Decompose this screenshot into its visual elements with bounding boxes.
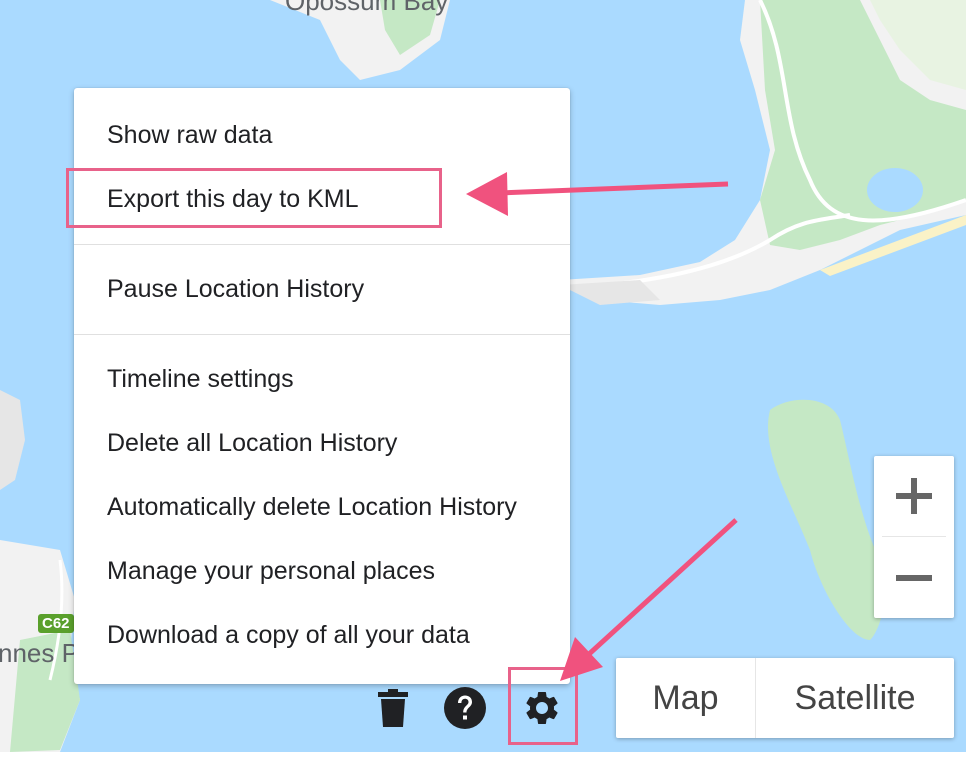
bottom-strip: [0, 752, 966, 757]
map-type-control: Map Satellite: [616, 658, 954, 738]
trash-button[interactable]: [371, 686, 415, 730]
map-type-satellite-button[interactable]: Satellite: [756, 658, 954, 738]
map-type-map-button[interactable]: Map: [616, 658, 755, 738]
plus-icon: [896, 478, 932, 514]
road-shield: C62: [38, 614, 74, 633]
menu-divider: [74, 244, 570, 245]
zoom-controls: [874, 456, 954, 618]
zoom-in-button[interactable]: [874, 456, 954, 536]
menu-item-timeline-settings[interactable]: Timeline settings: [107, 364, 294, 394]
menu-item-manage-places[interactable]: Manage your personal places: [107, 556, 435, 586]
menu-item-show-raw-data[interactable]: Show raw data: [107, 120, 272, 150]
export-highlight-box: [66, 168, 442, 228]
gear-highlight-box: [508, 667, 578, 745]
minus-icon: [896, 575, 932, 581]
menu-item-auto-delete-history[interactable]: Automatically delete Location History: [107, 492, 517, 522]
place-label-top: Opossum Bay: [285, 0, 449, 16]
menu-item-pause-location-history[interactable]: Pause Location History: [107, 274, 364, 304]
menu-divider: [74, 334, 570, 335]
help-icon: [444, 687, 486, 729]
help-button[interactable]: [443, 686, 487, 730]
trash-icon: [378, 689, 408, 727]
menu-item-download-data[interactable]: Download a copy of all your data: [107, 620, 470, 650]
zoom-divider: [882, 536, 946, 537]
menu-item-delete-all-history[interactable]: Delete all Location History: [107, 428, 397, 458]
zoom-out-button[interactable]: [874, 538, 954, 618]
